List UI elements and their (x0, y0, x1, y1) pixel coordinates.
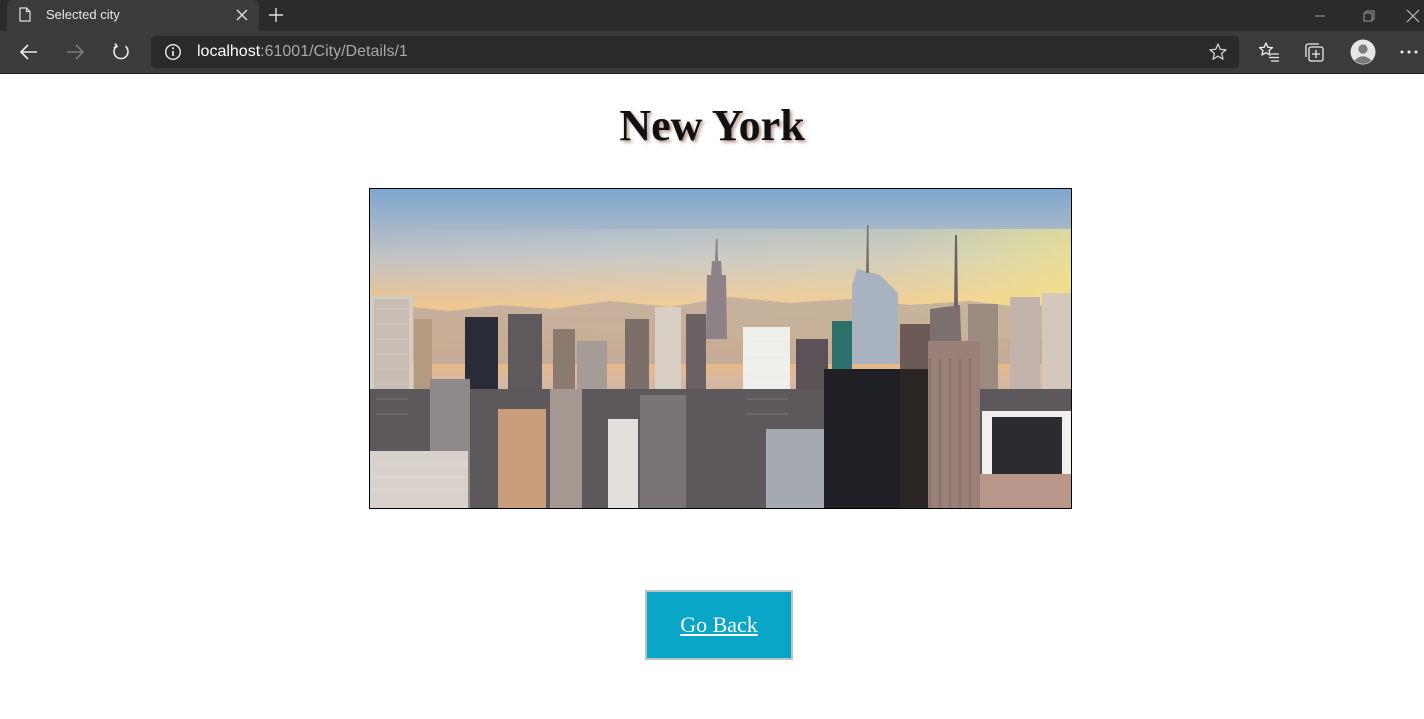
arrow-right-icon (67, 44, 85, 60)
browser-toolbar: localhost:61001/City/Details/1 (0, 31, 1424, 74)
collections-icon (1305, 43, 1324, 62)
arrow-left-icon (19, 44, 37, 60)
minimize-icon (1315, 15, 1325, 16)
minimize-button[interactable] (1297, 0, 1343, 31)
page-title: New York (619, 101, 805, 150)
browser-tab[interactable]: Selected city (7, 0, 259, 31)
profile-button[interactable] (1350, 39, 1376, 65)
favorites-button[interactable] (1257, 40, 1281, 64)
more-button[interactable] (1397, 40, 1421, 64)
forward-button[interactable] (63, 40, 87, 64)
reload-icon (113, 43, 129, 60)
address-bar[interactable]: localhost:61001/City/Details/1 (151, 36, 1239, 68)
go-back-link[interactable]: Go Back (680, 612, 758, 638)
url-host: localhost (197, 43, 261, 60)
skyline-image (370, 189, 1071, 508)
reload-button[interactable] (109, 40, 133, 64)
info-icon[interactable] (164, 43, 182, 61)
close-icon (1406, 9, 1420, 22)
document-icon (19, 7, 31, 22)
url-text[interactable]: localhost:61001/City/Details/1 (197, 43, 408, 61)
restore-icon (1363, 10, 1375, 21)
tab-strip: Selected city (0, 0, 1424, 31)
window-close-button[interactable] (1390, 0, 1424, 31)
go-back-button[interactable]: Go Back (645, 590, 793, 660)
back-button[interactable] (17, 40, 41, 64)
plus-icon[interactable] (267, 6, 285, 24)
more-icon (1400, 50, 1418, 54)
profile-icon (1350, 39, 1376, 65)
restore-button[interactable] (1346, 0, 1392, 31)
city-image (369, 188, 1072, 509)
favorites-icon (1258, 42, 1279, 62)
collections-button[interactable] (1303, 40, 1327, 64)
close-icon[interactable] (236, 9, 248, 21)
star-icon[interactable] (1208, 42, 1228, 62)
tab-title: Selected city (46, 7, 120, 22)
url-path: :61001/City/Details/1 (260, 43, 408, 60)
page-content: New York Go Back (0, 74, 1424, 719)
